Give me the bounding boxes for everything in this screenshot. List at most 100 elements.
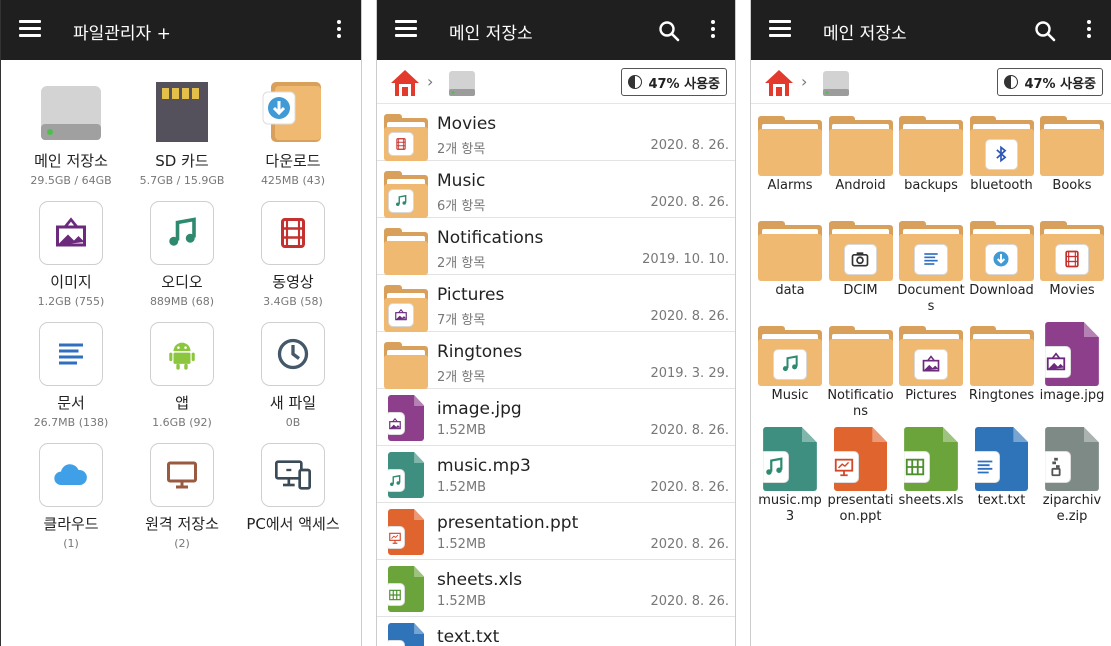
search-icon[interactable] xyxy=(657,19,681,43)
home-item[interactable]: 새 파일 0B xyxy=(233,322,353,429)
home-item-label: 동영상 xyxy=(272,273,314,291)
download-folder-icon xyxy=(261,80,325,144)
home-icon[interactable] xyxy=(389,67,421,99)
grid-item[interactable]: Alarms xyxy=(755,112,825,194)
grid-item[interactable]: Music xyxy=(755,322,825,404)
film-icon xyxy=(261,201,325,265)
item-name: Android xyxy=(835,178,886,193)
grid-item[interactable]: text.txt xyxy=(967,427,1037,509)
sd-card-icon xyxy=(150,80,214,144)
home-item-label: 원격 저장소 xyxy=(145,515,219,533)
list-item[interactable]: Pictures 7개 항목 2020. 8. 26. xyxy=(377,275,735,332)
hdd-icon[interactable] xyxy=(447,68,477,98)
item-date: 2020. 8. 26. xyxy=(650,195,729,210)
home-item[interactable]: 다운로드 425MB (43) xyxy=(233,80,353,187)
breadcrumb: › 47% 사용중 xyxy=(751,60,1111,104)
home-item-label: SD 카드 xyxy=(155,152,209,170)
home-item[interactable]: SD 카드 5.7GB / 15.9GB xyxy=(122,80,242,187)
folder-item-icon xyxy=(1040,112,1104,176)
home-item[interactable]: 메인 저장소 29.5GB / 64GB xyxy=(11,80,131,187)
more-options-icon[interactable] xyxy=(1079,20,1099,42)
item-date: 2020. 8. 26. xyxy=(650,537,729,552)
storage-usage-badge[interactable]: 47% 사용중 xyxy=(621,68,727,96)
document-icon xyxy=(39,322,103,386)
grid-item[interactable]: Books xyxy=(1037,112,1107,194)
more-options-icon[interactable] xyxy=(703,20,723,42)
grid-item[interactable]: data xyxy=(755,217,825,299)
grid-item[interactable]: ziparchive.zip xyxy=(1037,427,1107,525)
grid-item[interactable]: Notifications xyxy=(826,322,896,420)
folder-icon xyxy=(899,322,963,386)
item-meta: 2개 항목 xyxy=(437,256,486,271)
menu-icon[interactable] xyxy=(769,20,791,40)
zip-badge-icon xyxy=(1045,451,1071,484)
doc-badge-icon xyxy=(974,451,1001,484)
file-icon xyxy=(763,427,817,491)
grid-item[interactable]: Download xyxy=(967,217,1037,299)
more-options-icon[interactable] xyxy=(329,20,349,42)
home-item-stats: 889MB (68) xyxy=(149,295,215,308)
home-item-stats: (1) xyxy=(63,537,79,550)
home-item[interactable]: 앱 1.6GB (92) xyxy=(122,322,242,429)
grid-item[interactable]: Documents xyxy=(896,217,966,315)
home-item-stats: 3.4GB (58) xyxy=(263,295,323,308)
storage-usage-badge[interactable]: 47% 사용중 xyxy=(997,68,1103,96)
list-item[interactable]: Music 6개 항목 2020. 8. 26. xyxy=(377,161,735,218)
home-item[interactable]: 클라우드 (1) xyxy=(11,443,131,550)
grid-item[interactable]: presentation.ppt xyxy=(826,427,896,525)
home-item[interactable]: 이미지 1.2GB (755) xyxy=(11,201,131,308)
list-item[interactable]: Notifications 2개 항목 2019. 10. 10. xyxy=(377,218,735,275)
list-item[interactable]: presentation.ppt 1.52MB 2020. 8. 26. xyxy=(377,503,735,560)
grid-item[interactable]: Android xyxy=(826,112,896,194)
file-item-icon xyxy=(1040,322,1104,386)
item-date: 2020. 8. 26. xyxy=(650,309,729,324)
home-item-stats: 1.6GB (92) xyxy=(152,416,212,429)
item-name: sheets.xls xyxy=(898,493,964,508)
home-item[interactable]: 오디오 889MB (68) xyxy=(122,201,242,308)
folder-icon xyxy=(969,322,1034,386)
grid-item[interactable]: Movies xyxy=(1037,217,1107,299)
grid-item[interactable]: music.mp3 xyxy=(755,427,825,525)
list-item[interactable]: image.jpg 1.52MB 2020. 8. 26. xyxy=(377,389,735,446)
list-item[interactable]: Movies 2개 항목 2020. 8. 26. xyxy=(377,104,735,161)
item-name: Movies xyxy=(437,114,497,134)
folder-icon xyxy=(1040,112,1104,176)
hdd-icon xyxy=(39,80,103,144)
grid-item[interactable]: image.jpg xyxy=(1037,322,1107,404)
grid-item[interactable]: Ringtones xyxy=(967,322,1037,404)
home-item[interactable]: 문서 26.7MB (138) xyxy=(11,322,131,429)
folder-icon xyxy=(969,112,1034,176)
list-item[interactable]: music.mp3 1.52MB 2020. 8. 26. xyxy=(377,446,735,503)
item-name: Notifications xyxy=(437,228,544,248)
grid-item[interactable]: Pictures xyxy=(896,322,966,404)
image-badge-icon xyxy=(387,412,406,436)
file-icon xyxy=(387,395,425,441)
grid-item[interactable]: bluetooth xyxy=(967,112,1037,194)
hdd-icon[interactable] xyxy=(821,68,851,98)
home-item-label: 클라우드 xyxy=(43,515,99,533)
home-item-stats: 26.7MB (138) xyxy=(33,416,109,429)
item-name: Movies xyxy=(1049,283,1095,298)
item-name: text.txt xyxy=(977,493,1026,508)
home-item[interactable]: PC에서 액세스 xyxy=(233,443,353,537)
folder-icon xyxy=(384,167,428,218)
list-item[interactable]: text.txt xyxy=(377,617,735,646)
home-icon[interactable] xyxy=(763,67,795,99)
list-item[interactable]: Ringtones 2개 항목 2019. 3. 29. xyxy=(377,332,735,389)
grid-item[interactable]: sheets.xls xyxy=(896,427,966,509)
file-list: Movies 2개 항목 2020. 8. 26. Music 6개 항목 20… xyxy=(377,104,735,646)
folder-icon xyxy=(758,112,822,176)
grid-item[interactable]: DCIM xyxy=(826,217,896,299)
home-item-label: 문서 xyxy=(57,394,85,412)
list-item[interactable]: sheets.xls 1.52MB 2020. 8. 26. xyxy=(377,560,735,617)
menu-icon[interactable] xyxy=(395,20,417,40)
grid-item[interactable]: backups xyxy=(896,112,966,194)
menu-icon[interactable] xyxy=(19,20,41,40)
home-item[interactable]: 원격 저장소 (2) xyxy=(122,443,242,550)
search-icon[interactable] xyxy=(1033,19,1057,43)
item-name: Books xyxy=(1052,178,1092,193)
home-item[interactable]: 동영상 3.4GB (58) xyxy=(233,201,353,308)
file-icon xyxy=(387,509,425,555)
item-name: presentation.ppt xyxy=(437,513,579,533)
pc-phone-icon xyxy=(261,443,325,507)
